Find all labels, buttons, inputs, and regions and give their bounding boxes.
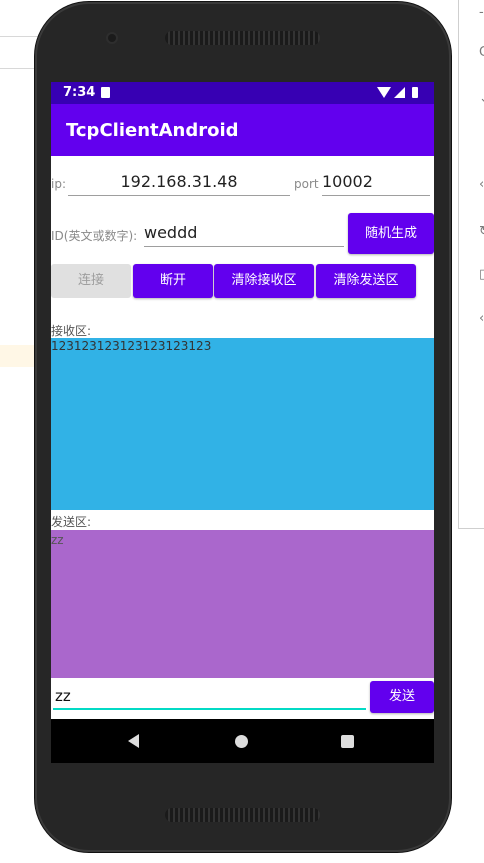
status-bar: 7:34 <box>51 82 434 104</box>
send-area[interactable]: zz <box>51 530 434 678</box>
send-area-label: 发送区: <box>51 515 92 529</box>
background-side-panel: - C ⌄ ‹ ↻ ▯ ‹ <box>458 0 484 529</box>
clear-send-button[interactable]: 清除发送区 <box>316 264 416 298</box>
ip-value: 192.168.31.48 <box>120 172 238 191</box>
camera-icon <box>108 34 116 42</box>
send-area-content: zz <box>51 533 64 547</box>
navigation-bar <box>51 719 434 763</box>
bottom-speaker <box>165 808 320 822</box>
signal-icon <box>394 87 405 98</box>
app-title: TcpClientAndroid <box>66 120 239 141</box>
random-generate-button[interactable]: 随机生成 <box>348 213 434 254</box>
wifi-icon <box>377 87 391 98</box>
top-speaker <box>165 31 320 45</box>
port-input[interactable]: 10002 <box>322 171 430 196</box>
phone-screen: 7:34 TcpClientAndroid ip: 192.168.31.48 … <box>51 82 434 763</box>
app-bar: TcpClientAndroid <box>51 104 434 156</box>
battery-icon <box>412 87 418 98</box>
id-value: weddd <box>144 223 198 242</box>
send-button[interactable]: 发送 <box>370 681 434 713</box>
receive-content: 123123123123123123123 <box>51 339 212 353</box>
disconnect-button[interactable]: 断开 <box>133 264 213 298</box>
message-input[interactable]: zz <box>53 684 366 710</box>
port-label: port <box>294 177 319 191</box>
id-label: ID(英文或数字): <box>51 229 138 243</box>
home-icon[interactable] <box>235 735 248 748</box>
receive-label: 接收区: <box>51 324 92 338</box>
ip-input[interactable]: 192.168.31.48 <box>68 171 290 196</box>
recents-icon[interactable] <box>341 735 354 748</box>
receive-area[interactable]: 123123123123123123123 <box>51 338 434 510</box>
clear-receive-button[interactable]: 清除接收区 <box>214 264 314 298</box>
back-icon[interactable] <box>128 734 139 748</box>
sd-card-icon <box>101 87 110 98</box>
port-value: 10002 <box>322 172 373 191</box>
message-input-value: zz <box>55 687 71 705</box>
id-input[interactable]: weddd <box>144 222 344 247</box>
ip-label: ip: <box>51 177 66 191</box>
status-time: 7:34 <box>63 85 96 100</box>
connect-button[interactable]: 连接 <box>51 264 131 298</box>
